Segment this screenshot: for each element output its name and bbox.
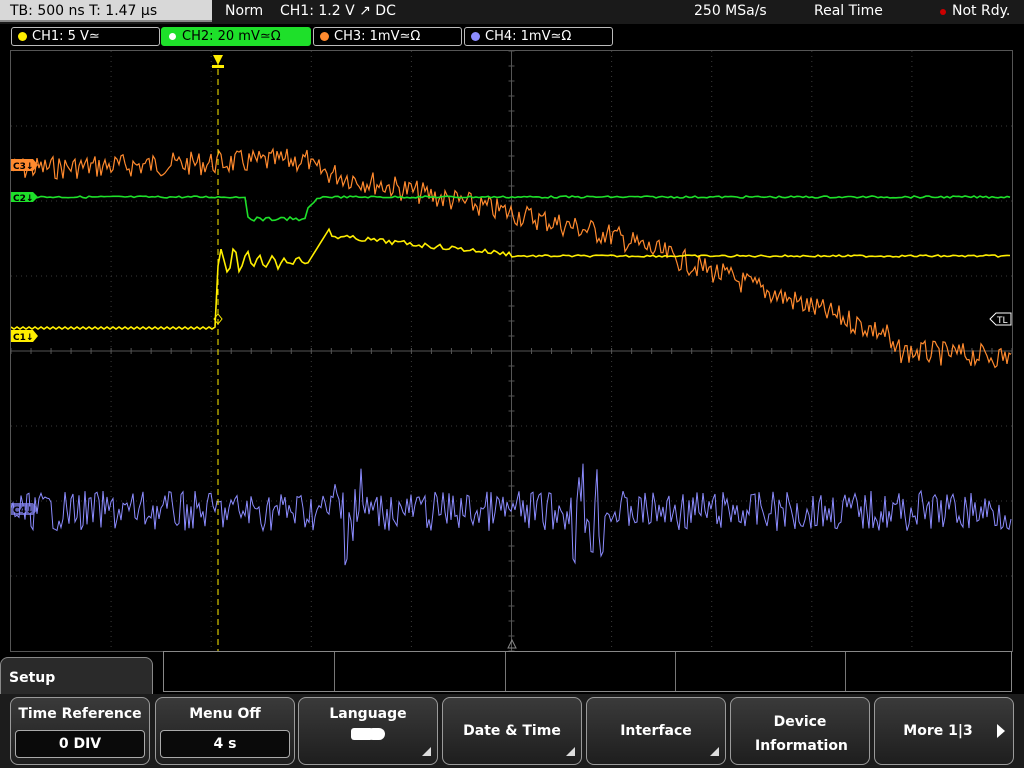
next-page-arrow-icon [997,724,1005,738]
message-divider [334,652,335,691]
menu-off-label: Menu Off [189,706,261,722]
time-reference-value[interactable]: 0 DIV [15,730,145,758]
channel-tab-ch4[interactable]: CH4: 1mV≃Ω [464,27,613,46]
ch1-waveform [11,227,1011,330]
speech-bubbles-icon [299,722,437,744]
language-softkey[interactable]: Language [298,697,438,765]
trigger-mode[interactable]: Norm [225,0,263,22]
ch1-color-dot-icon [18,32,27,41]
ch4-color-dot-icon [471,32,480,41]
sample-rate: 250 MSa/s [694,3,767,19]
time-reference-softkey[interactable]: Time Reference 0 DIV [10,697,150,765]
date-time-label: Date & Time [463,723,561,739]
ch2-color-dot-icon [168,32,177,41]
ch3-marker[interactable]: C3↓ [11,159,38,172]
date-time-softkey[interactable]: Date & Time [442,697,582,765]
device-information-softkey[interactable]: Device Information [730,697,870,765]
ch2-marker-label: C2↓ [13,194,33,204]
interface-label: Interface [620,723,692,739]
more-softkey[interactable]: More 1|3 [874,697,1014,765]
trigger-position-bar [212,65,224,68]
ch4-marker-label: C4↓ [13,506,33,516]
trigger-position-icon[interactable] [213,55,223,65]
language-label: Language [329,706,407,722]
ch2-label: CH2: 20 mV≃Ω [182,29,281,44]
waveform-display[interactable]: C3↓ C2↓ C1↓ C4↓ TL [10,50,1013,652]
ch1-marker[interactable]: C1↓ [11,330,38,343]
ch3-marker-label: C3↓ [13,162,33,172]
trigger-level-label: TL [996,316,1008,326]
message-divider [845,652,846,691]
menu-off-softkey[interactable]: Menu Off 4 s [155,697,295,765]
message-divider [675,652,676,691]
submenu-corner-icon [566,747,575,756]
graticule [11,51,1012,651]
message-area [163,651,1012,692]
time-reference-label: Time Reference [18,706,142,722]
channel-tab-ch1[interactable]: CH1: 5 V≃ [11,27,160,46]
trigger-info[interactable]: CH1: 1.2 V ↗ DC [280,0,396,22]
interface-softkey[interactable]: Interface [586,697,726,765]
acquisition-state: Not Rdy. [952,3,1011,19]
submenu-corner-icon [422,747,431,756]
channel-tab-ch3[interactable]: CH3: 1mV≃Ω [313,27,462,46]
ch4-label: CH4: 1mV≃Ω [485,29,572,44]
menu-off-value[interactable]: 4 s [160,730,290,758]
ch3-label: CH3: 1mV≃Ω [334,29,421,44]
message-divider [505,652,506,691]
device-information-label: Device Information [755,714,848,754]
submenu-corner-icon [710,747,719,756]
more-label: More 1|3 [903,723,973,739]
trigger-level-marker[interactable]: TL [989,312,1012,326]
acquisition-mode[interactable]: Real Time [814,0,883,22]
ch1-label: CH1: 5 V≃ [32,29,100,44]
timebase-readout[interactable]: TB: 500 ns T: 1.47 µs [0,0,212,22]
status-led-icon [940,9,946,15]
waveform-canvas[interactable]: C3↓ C2↓ C1↓ C4↓ TL [11,51,1012,651]
channel-tab-ch2[interactable]: CH2: 20 mV≃Ω [161,27,311,46]
ch1-marker-label: C1↓ [13,333,33,343]
ch2-marker[interactable]: C2↓ [11,192,38,204]
menu-title-tab: Setup [0,657,153,697]
ch3-color-dot-icon [320,32,329,41]
